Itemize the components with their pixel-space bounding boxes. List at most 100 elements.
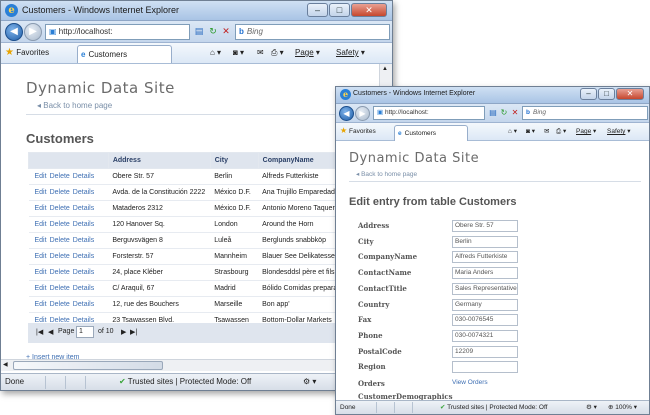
search-input[interactable]: b Bing [235, 24, 390, 40]
home-icon[interactable]: ⌂ ▾ [210, 48, 221, 57]
row-action-edit-link[interactable]: Edit [35, 221, 47, 228]
favorites-button[interactable]: ★ Favorites [340, 126, 376, 135]
zoom-control[interactable]: ⊕ 100% ▾ [608, 401, 637, 414]
prev-page-icon[interactable]: ◀ [48, 328, 53, 336]
horizontal-scroll-thumb[interactable] [13, 361, 163, 370]
country-field[interactable]: Germany [452, 298, 518, 311]
url-input[interactable]: ▣ http://localhost: [373, 106, 485, 120]
mail-icon[interactable]: ✉ [257, 48, 264, 57]
maximize-button[interactable]: □ [598, 88, 615, 100]
back-arrow-icon[interactable]: ◀ [339, 106, 354, 121]
row-action-delete-link[interactable]: Delete [50, 237, 70, 244]
minimize-button[interactable]: – [580, 88, 597, 100]
city-field[interactable]: Berlin [452, 235, 518, 248]
cell-city: Madrid [210, 280, 259, 297]
row-action-delete-link[interactable]: Delete [50, 285, 70, 292]
row-action-edit-link[interactable]: Edit [35, 301, 47, 308]
url-input[interactable]: ▣ http://localhost: [45, 24, 190, 40]
row-action-delete-link[interactable]: Delete [50, 253, 70, 260]
scroll-up-icon[interactable]: ▲ [382, 66, 388, 72]
companyname-field[interactable]: Alfreds Futterkiste [452, 251, 518, 264]
bing-logo-icon: b [239, 27, 244, 36]
row-action-edit-link[interactable]: Edit [35, 173, 47, 180]
mail-icon[interactable]: ✉ [544, 127, 549, 135]
form-row-region: Region [348, 360, 518, 375]
next-page-icon[interactable]: ▶ [121, 328, 126, 336]
row-action-details-link[interactable]: Details [73, 285, 94, 292]
close-button[interactable]: ✕ [616, 88, 644, 100]
maximize-button[interactable]: □ [329, 3, 350, 17]
home-link[interactable]: ◂ Back to home page [356, 170, 417, 178]
first-page-icon[interactable]: |◀ [36, 328, 43, 336]
safety-menu[interactable]: Safety ▾ [607, 127, 631, 135]
contactname-field[interactable]: Maria Anders [452, 267, 518, 280]
region-field[interactable] [452, 361, 518, 374]
feeds-icon[interactable]: ◙ ▾ [526, 127, 535, 135]
back-arrow-icon[interactable]: ◀ [5, 23, 23, 41]
row-action-details-link[interactable]: Details [73, 173, 94, 180]
row-action-edit-link[interactable]: Edit [35, 237, 47, 244]
phone-field[interactable]: 030-0074321 [452, 329, 518, 342]
row-action-delete-link[interactable]: Delete [50, 173, 70, 180]
compat-view-icon[interactable]: ▤ [193, 25, 205, 37]
page-menu[interactable]: Page ▾ [576, 127, 596, 135]
row-action-details-link[interactable]: Details [73, 301, 94, 308]
protected-mode-icon[interactable]: ⚙ ▾ [586, 401, 597, 414]
close-button[interactable]: ✕ [351, 3, 387, 17]
row-action-edit-link[interactable]: Edit [35, 189, 47, 196]
row-action-details-link[interactable]: Details [73, 237, 94, 244]
refresh-icon[interactable]: ↻ [207, 25, 219, 37]
favorites-button[interactable]: ★ Favorites [5, 47, 49, 58]
row-action-edit-link[interactable]: Edit [35, 269, 47, 276]
address-field[interactable]: Obere Str. 57 [452, 220, 518, 232]
search-input[interactable]: b Bing [522, 106, 648, 120]
row-action-edit-link[interactable]: Edit [35, 205, 47, 212]
feeds-icon[interactable]: ◙ ▾ [233, 48, 244, 57]
stop-icon[interactable]: ✕ [509, 107, 521, 119]
safety-menu[interactable]: Safety ▾ [336, 48, 365, 57]
ie-logo-icon: e [340, 89, 351, 100]
protected-mode-icon[interactable]: ⚙ ▾ [303, 374, 316, 390]
row-action-edit-link[interactable]: Edit [35, 253, 47, 260]
status-text: Done [340, 404, 356, 411]
row-action-details-link[interactable]: Details [73, 189, 94, 196]
tab-customers[interactable]: e Customers [77, 45, 172, 63]
fax-field[interactable]: 030-0076545 [452, 314, 518, 327]
row-action-details-link[interactable]: Details [73, 205, 94, 212]
row-action-delete-link[interactable]: Delete [50, 205, 70, 212]
home-icon[interactable]: ⌂ ▾ [508, 127, 517, 135]
row-action-delete-link[interactable]: Delete [50, 221, 70, 228]
row-action-details-link[interactable]: Details [73, 253, 94, 260]
row-action-edit-link[interactable]: Edit [35, 285, 47, 292]
postalcode-field[interactable]: 12209 [452, 345, 518, 358]
forward-arrow-icon[interactable]: ▶ [24, 23, 42, 41]
page-menu[interactable]: Page ▾ [295, 48, 320, 57]
minimize-button[interactable]: – [307, 3, 328, 17]
row-action-details-link[interactable]: Details [73, 269, 94, 276]
forward-arrow-icon[interactable]: ▶ [355, 106, 370, 121]
row-action-details-link[interactable]: Details [73, 221, 94, 228]
column-header-city[interactable]: City [209, 152, 259, 169]
row-action-delete-link[interactable]: Delete [50, 189, 70, 196]
last-page-icon[interactable]: ▶| [130, 328, 137, 336]
security-zone[interactable]: ✔ Trusted sites | Protected Mode: Off [440, 401, 547, 414]
form-row-fax: Fax 030-0076545 [348, 313, 518, 328]
column-header-address[interactable]: Address [107, 152, 211, 169]
print-icon[interactable]: ⎙ ▾ [271, 48, 284, 58]
row-action-delete-link[interactable]: Delete [50, 269, 70, 276]
row-action-delete-link[interactable]: Delete [50, 301, 70, 308]
home-link-text: Back to home page [361, 171, 418, 178]
home-link[interactable]: ◂ Back to home page [37, 101, 112, 110]
security-zone[interactable]: ✔ Trusted sites | Protected Mode: Off [119, 374, 251, 390]
title-bar[interactable]: e Customers - Windows Internet Explorer … [1, 1, 392, 21]
form-row-country: Country Germany [348, 298, 518, 313]
title-bar[interactable]: e Customers - Windows Internet Explorer … [336, 87, 649, 104]
stop-icon[interactable]: ✕ [220, 25, 232, 37]
tab-customers[interactable]: e Customers [394, 125, 468, 141]
print-icon[interactable]: ⎙ ▾ [556, 127, 566, 136]
status-text: Done [5, 377, 25, 386]
contacttitle-field[interactable]: Sales Representative [452, 282, 518, 295]
browser-window-edit-entry: e Customers - Windows Internet Explorer … [335, 86, 650, 415]
view-orders-link[interactable]: View Orders [452, 379, 488, 386]
page-number-input[interactable]: 1 [76, 326, 94, 338]
